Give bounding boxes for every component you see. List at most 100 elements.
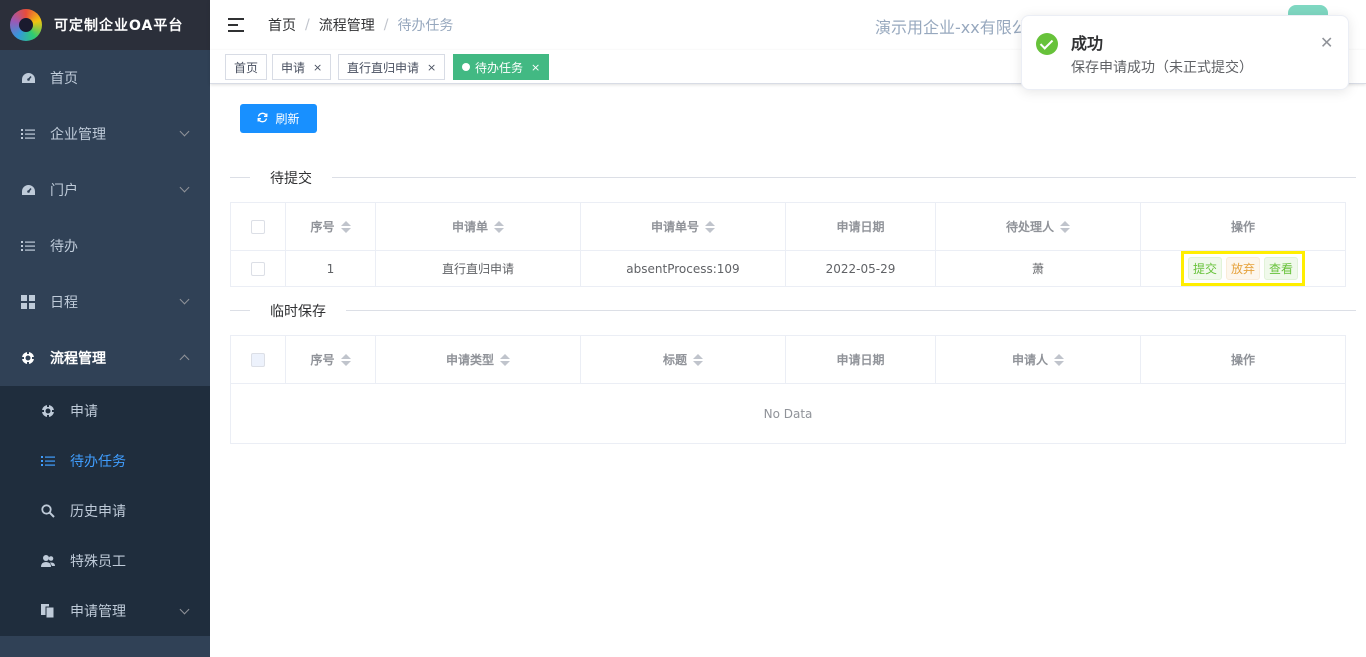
table-header-row: 序号 申请单 申请单号 申请日期 待处理人 操作 bbox=[231, 203, 1345, 251]
column-header[interactable]: 序号 bbox=[286, 336, 376, 383]
tag-home[interactable]: 首页 bbox=[225, 54, 268, 80]
column-header[interactable]: 标题 bbox=[581, 336, 786, 383]
grid-icon bbox=[20, 294, 36, 310]
column-header[interactable]: 待处理人 bbox=[936, 203, 1141, 250]
users-icon bbox=[40, 553, 56, 569]
abandon-button[interactable]: 放弃 bbox=[1225, 257, 1260, 280]
view-button[interactable]: 查看 bbox=[1264, 257, 1299, 280]
sort-icon[interactable] bbox=[693, 353, 703, 366]
sidebar-item-label: 门户 bbox=[50, 183, 78, 199]
row-checkbox[interactable] bbox=[251, 261, 265, 276]
sort-icon[interactable] bbox=[500, 353, 510, 366]
success-notification: 成功 保存申请成功（未正式提交） ✕ bbox=[1021, 15, 1349, 90]
app-title: 可定制企业OA平台 bbox=[54, 18, 184, 34]
hamburger-icon[interactable] bbox=[228, 18, 244, 32]
sidebar-subitem-special-staff[interactable]: 特殊员工 bbox=[0, 536, 210, 586]
tag-label: 申请 bbox=[281, 60, 306, 75]
close-icon[interactable]: × bbox=[531, 61, 540, 74]
tag-pending-tasks[interactable]: 待办任务 × bbox=[453, 54, 550, 80]
submit-button[interactable]: 提交 bbox=[1187, 257, 1222, 280]
select-all-checkbox[interactable] bbox=[251, 219, 265, 234]
breadcrumb-separator: / bbox=[383, 17, 389, 33]
tag-label: 首页 bbox=[234, 60, 259, 75]
chevron-down-icon bbox=[179, 604, 190, 615]
sidebar-item-home[interactable]: 首页 bbox=[0, 50, 210, 106]
success-check-icon bbox=[1036, 33, 1058, 55]
section-title: 待提交 bbox=[250, 168, 332, 188]
chevron-down-icon bbox=[179, 294, 190, 305]
sort-icon[interactable] bbox=[705, 220, 715, 233]
dashboard-icon bbox=[20, 182, 36, 198]
sidebar-subitem-label: 申请管理 bbox=[70, 604, 126, 620]
sort-icon[interactable] bbox=[340, 353, 351, 366]
select-all-checkbox[interactable] bbox=[251, 352, 265, 367]
sidebar-subitem-apply[interactable]: 申请 bbox=[0, 386, 210, 436]
logo[interactable]: 可定制企业OA平台 bbox=[0, 0, 210, 50]
column-header[interactable]: 申请人 bbox=[936, 336, 1141, 383]
breadcrumb: 首页 / 流程管理 / 待办任务 bbox=[268, 15, 453, 35]
column-header[interactable]: 申请单号 bbox=[581, 203, 786, 250]
column-header: 操作 bbox=[1230, 353, 1255, 367]
column-header: 申请日期 bbox=[786, 203, 936, 250]
section-divider-pending: 待提交 bbox=[230, 168, 1356, 188]
column-header[interactable]: 申请单 bbox=[376, 203, 581, 250]
submenu-process: 申请 待办任务 历史申请 特殊员工 申请管理 bbox=[0, 386, 210, 636]
logo-icon bbox=[10, 9, 42, 41]
refresh-button[interactable]: 刷新 bbox=[240, 104, 317, 133]
breadcrumb-current: 待办任务 bbox=[397, 18, 454, 34]
sidebar-subitem-label: 待办任务 bbox=[70, 454, 126, 470]
empty-state: No Data bbox=[763, 406, 813, 421]
tag-apply[interactable]: 申请 × bbox=[272, 54, 332, 80]
settings-icon bbox=[40, 403, 56, 419]
close-icon[interactable]: ✕ bbox=[1320, 33, 1333, 52]
cell-index: 1 bbox=[286, 251, 376, 286]
sidebar-item-schedule[interactable]: 日程 bbox=[0, 274, 210, 330]
notification-title: 成功 bbox=[1071, 34, 1104, 53]
sidebar-item-enterprise[interactable]: 企业管理 bbox=[0, 106, 210, 162]
chevron-down-icon bbox=[179, 182, 190, 193]
sidebar-item-label: 企业管理 bbox=[50, 127, 106, 143]
cell-number: absentProcess:109 bbox=[581, 251, 786, 286]
dashboard-icon bbox=[20, 70, 36, 86]
column-header[interactable]: 序号 bbox=[286, 203, 376, 250]
tag-direct-return[interactable]: 直行直归申请 × bbox=[338, 54, 446, 80]
sidebar-item-todo[interactable]: 待办 bbox=[0, 218, 210, 274]
section-title: 临时保存 bbox=[250, 301, 346, 321]
breadcrumb-home[interactable]: 首页 bbox=[268, 15, 296, 35]
chevron-up-icon bbox=[179, 354, 190, 365]
section-divider-drafts: 临时保存 bbox=[230, 301, 1356, 321]
company-name: 演示用企业-xx有限公 bbox=[875, 18, 1028, 37]
close-icon[interactable]: × bbox=[427, 61, 436, 74]
sidebar-item-portal[interactable]: 门户 bbox=[0, 162, 210, 218]
sort-icon[interactable] bbox=[340, 220, 351, 233]
sidebar-subitem-pending-tasks[interactable]: 待办任务 bbox=[0, 436, 210, 486]
breadcrumb-process[interactable]: 流程管理 bbox=[319, 15, 375, 35]
sidebar-item-label: 首页 bbox=[50, 71, 78, 87]
sidebar: 可定制企业OA平台 首页 企业管理 门户 待办 日程 流程管理 申请 待办任务 … bbox=[0, 0, 210, 657]
column-header: 操作 bbox=[1230, 220, 1255, 234]
sidebar-item-process[interactable]: 流程管理 bbox=[0, 330, 210, 386]
sidebar-subitem-apply-manage[interactable]: 申请管理 bbox=[0, 586, 210, 636]
refresh-label: 刷新 bbox=[275, 112, 300, 126]
close-icon[interactable]: × bbox=[313, 61, 322, 74]
breadcrumb-separator: / bbox=[305, 17, 310, 33]
chevron-down-icon bbox=[179, 126, 190, 137]
sidebar-item-label: 待办 bbox=[50, 239, 78, 255]
sidebar-item-label: 流程管理 bbox=[50, 351, 106, 367]
copy-icon bbox=[40, 603, 56, 619]
cell-form: 直行直归申请 bbox=[376, 251, 581, 286]
column-header[interactable]: 申请类型 bbox=[376, 336, 581, 383]
sort-icon[interactable] bbox=[1054, 353, 1064, 366]
sidebar-item-label: 日程 bbox=[50, 295, 78, 311]
table-row: 1 直行直归申请 absentProcess:109 2022-05-29 萧 … bbox=[231, 251, 1345, 286]
tag-label: 直行直归申请 bbox=[347, 60, 420, 75]
column-header: 申请日期 bbox=[786, 336, 936, 383]
sort-icon[interactable] bbox=[1060, 220, 1070, 233]
sort-icon[interactable] bbox=[494, 220, 504, 233]
sidebar-subitem-history[interactable]: 历史申请 bbox=[0, 486, 210, 536]
cell-handler: 萧 bbox=[936, 251, 1141, 286]
refresh-icon bbox=[257, 112, 268, 126]
cell-date: 2022-05-29 bbox=[786, 251, 936, 286]
sidebar-subitem-label: 申请 bbox=[70, 404, 98, 420]
row-actions: 提交 放弃 查看 bbox=[1180, 251, 1306, 286]
